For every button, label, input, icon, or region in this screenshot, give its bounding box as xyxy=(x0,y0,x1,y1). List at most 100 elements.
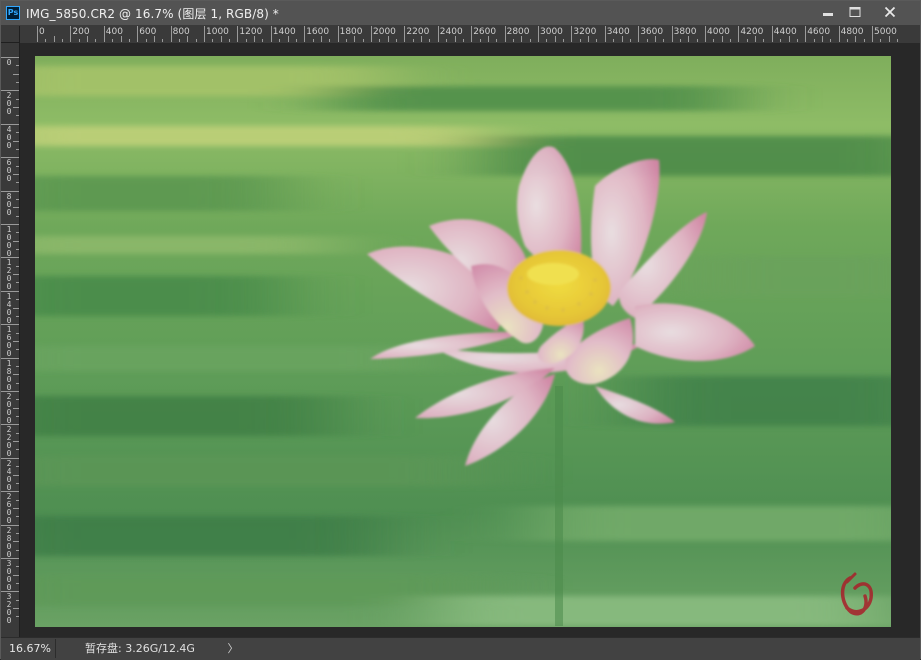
ruler-label: 200 xyxy=(72,27,90,37)
close-icon xyxy=(884,6,896,18)
ruler-label: 3200 xyxy=(573,27,597,37)
ruler-tick xyxy=(137,26,139,42)
ruler-tick xyxy=(204,26,205,42)
ruler-minor-tick xyxy=(112,39,114,42)
ruler-minor-tick xyxy=(846,39,848,42)
ruler-tick xyxy=(471,26,473,42)
ruler-minor-tick xyxy=(16,98,19,100)
ruler-minor-tick xyxy=(13,608,19,610)
ruler-minor-tick xyxy=(262,39,264,42)
scratch-disk-info: 暂存盘: 3.26G/12.4G xyxy=(85,640,195,656)
ruler-label: 4800 xyxy=(840,27,864,37)
ruler-minor-tick xyxy=(16,365,19,367)
vertical-ruler[interactable]: 0 2 0 0 4 0 0 6 0 0 8 0 0 1 0 0 01 2 0 01 4 0… xyxy=(1,43,20,637)
ruler-minor-tick xyxy=(429,39,431,42)
ruler-minor-tick xyxy=(563,39,565,42)
ruler-minor-tick xyxy=(13,140,19,142)
ruler-minor-tick xyxy=(13,441,19,443)
ruler-label: 6 0 0 xyxy=(6,158,12,184)
ruler-label: 2 4 0 0 xyxy=(6,458,12,492)
ruler-minor-tick xyxy=(16,232,19,234)
ruler-minor-tick xyxy=(16,566,19,568)
ruler-label: 2800 xyxy=(506,27,530,37)
ruler-minor-tick xyxy=(579,39,581,42)
ruler-tick xyxy=(771,26,773,42)
ruler-minor-tick xyxy=(13,307,19,309)
ruler-label: 400 xyxy=(105,27,123,37)
ruler-minor-tick xyxy=(16,65,19,67)
ruler-label: 2400 xyxy=(439,27,463,37)
ruler-minor-tick xyxy=(212,39,214,42)
ruler-label: 2 2 0 0 xyxy=(6,425,12,459)
ruler-minor-tick xyxy=(345,39,347,42)
ruler-label: 5000 xyxy=(874,27,897,37)
ruler-minor-tick xyxy=(880,39,882,42)
ruler-minor-tick xyxy=(245,39,247,42)
ruler-tick xyxy=(872,26,873,42)
ruler-minor-tick xyxy=(730,39,732,42)
ruler-origin-corner[interactable] xyxy=(1,26,20,43)
ruler-label: 1 2 0 0 xyxy=(6,258,12,292)
ruler-minor-tick xyxy=(16,599,19,601)
title-bar[interactable]: Ps IMG_5850.CR2 @ 16.7% (图层 1, RGB/8) * xyxy=(1,1,920,26)
zoom-level-field[interactable]: 16.67% xyxy=(2,639,56,658)
ruler-minor-tick xyxy=(13,407,19,409)
maximize-button[interactable] xyxy=(837,1,873,23)
ruler-minor-tick xyxy=(128,39,130,42)
ruler-tick xyxy=(304,26,306,42)
ruler-minor-tick xyxy=(462,39,464,42)
ruler-minor-tick xyxy=(479,39,481,42)
ruler-minor-tick xyxy=(13,574,19,576)
ruler-minor-tick xyxy=(396,39,398,42)
ruler-minor-tick xyxy=(13,107,19,109)
ruler-minor-tick xyxy=(16,482,19,484)
ruler-label: 4600 xyxy=(807,27,831,37)
ruler-minor-tick xyxy=(663,39,665,42)
ruler-tick xyxy=(70,26,72,42)
ruler-tick xyxy=(571,26,573,42)
ruler-minor-tick xyxy=(78,39,80,42)
ruler-minor-tick xyxy=(145,39,147,42)
ruler-tick xyxy=(437,26,439,42)
ruler-minor-tick xyxy=(16,249,19,251)
document-canvas-area[interactable] xyxy=(20,43,920,637)
ruler-minor-tick xyxy=(16,115,19,117)
ruler-minor-tick xyxy=(295,39,297,42)
maximize-icon xyxy=(849,7,861,17)
ruler-minor-tick xyxy=(512,39,514,42)
ruler-label: 1 0 0 0 xyxy=(6,225,12,258)
ruler-minor-tick xyxy=(62,39,64,42)
ruler-minor-tick xyxy=(679,39,681,42)
ruler-minor-tick xyxy=(13,274,19,276)
ruler-minor-tick xyxy=(13,374,19,376)
ruler-minor-tick xyxy=(830,39,832,42)
ruler-minor-tick xyxy=(13,207,19,209)
ruler-label: 2200 xyxy=(406,27,430,37)
ruler-minor-tick xyxy=(746,39,748,42)
ruler-label: 1800 xyxy=(339,27,363,37)
ruler-tick xyxy=(371,26,372,42)
ruler-minor-tick xyxy=(16,583,19,585)
ruler-label: 3400 xyxy=(606,27,630,37)
ruler-tick xyxy=(738,26,740,42)
ruler-minor-tick xyxy=(178,39,180,42)
document-title: IMG_5850.CR2 @ 16.7% (图层 1, RGB/8) * xyxy=(26,7,279,21)
ruler-minor-tick xyxy=(16,182,19,184)
ruler-label: 2 0 0 xyxy=(6,91,12,117)
close-button[interactable] xyxy=(870,1,910,23)
ruler-minor-tick xyxy=(529,39,531,42)
ruler-label: 3800 xyxy=(673,27,697,37)
ruler-minor-tick xyxy=(312,39,314,42)
lotus-photo[interactable] xyxy=(35,56,891,627)
ruler-tick xyxy=(538,26,539,42)
ruler-minor-tick xyxy=(16,499,19,501)
horizontal-ruler[interactable]: 0 200 400 600 800 1000 1200 1400 1600 1800 2000 220… xyxy=(20,26,920,44)
ruler-label: 1600 xyxy=(306,27,330,37)
ruler-minor-tick xyxy=(16,282,19,284)
ruler-label: 1000 xyxy=(206,27,229,37)
ruler-label: 0 xyxy=(39,27,45,37)
ruler-minor-tick xyxy=(53,36,55,42)
ruler-minor-tick xyxy=(279,39,281,42)
ruler-minor-tick xyxy=(16,399,19,401)
status-menu-arrow-icon[interactable]: 〉 xyxy=(226,639,240,658)
